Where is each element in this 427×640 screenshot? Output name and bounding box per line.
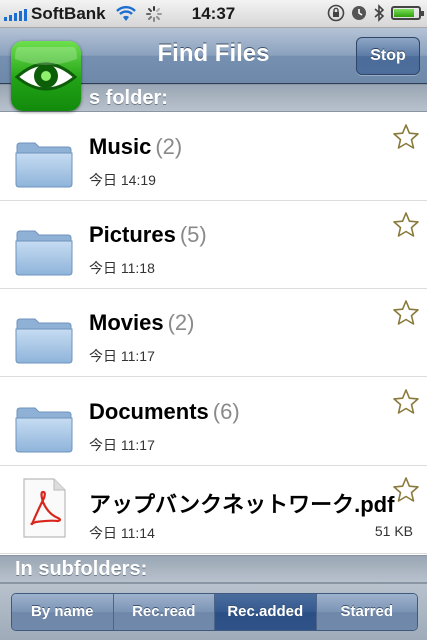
list-item[interactable]: Movies (2) 今日 11:17 <box>0 289 427 377</box>
item-count: (2) <box>167 310 195 335</box>
folder-icon <box>15 318 73 364</box>
star-icon[interactable] <box>392 123 420 151</box>
item-title: Documents <box>89 399 209 424</box>
orientation-lock-icon <box>327 4 345 22</box>
sort-tab[interactable]: Starred <box>316 594 417 630</box>
star-icon[interactable] <box>392 388 420 416</box>
star-icon[interactable] <box>392 211 420 239</box>
section-header-subfolders: In subfolders: <box>0 555 427 583</box>
item-date: 今日 11:17 <box>89 348 155 364</box>
item-name: Movies (2) <box>89 310 194 336</box>
item-title: アップバンクネットワーク.pdf <box>89 492 395 517</box>
bluetooth-icon <box>374 4 385 22</box>
folder-icon <box>15 142 73 188</box>
section-title: In subfolders: <box>15 558 148 580</box>
folder-icon <box>15 230 73 276</box>
item-title: Pictures <box>89 222 176 247</box>
sort-toolbar: By name Rec.read Rec.added Starred <box>0 583 427 640</box>
folder-icon <box>15 407 73 453</box>
pdf-file-icon <box>23 478 66 538</box>
alarm-clock-icon <box>352 6 366 20</box>
list-item[interactable]: Pictures (5) 今日 11:18 <box>0 201 427 289</box>
star-icon[interactable] <box>392 299 420 327</box>
item-date: 今日 11:14 <box>89 525 155 541</box>
sort-segmented-control: By name Rec.read Rec.added Starred <box>11 593 418 631</box>
item-date: 今日 14:19 <box>89 172 156 188</box>
item-count: (5) <box>179 222 207 247</box>
item-count: (6) <box>212 399 240 424</box>
stop-button[interactable]: Stop <box>356 37 420 75</box>
sort-tab[interactable]: Rec.read <box>113 594 215 630</box>
app-eye-logo-icon <box>11 41 81 111</box>
item-size: 51 KB <box>374 523 413 539</box>
sort-tab[interactable]: Rec.added <box>215 594 317 630</box>
sort-tab[interactable]: By name <box>12 594 114 630</box>
list-item[interactable]: アップバンクネットワーク.pdf 今日 11:14 51 KB <box>0 466 427 554</box>
list-item[interactable]: Music (2) 今日 14:19 <box>0 113 427 201</box>
item-name: Music (2) <box>89 134 182 160</box>
item-title: Movies <box>89 310 164 335</box>
item-date: 今日 11:18 <box>89 260 155 276</box>
list-item[interactable]: Documents (6) 今日 11:17 <box>0 378 427 466</box>
star-icon[interactable] <box>392 476 420 504</box>
item-name: Pictures (5) <box>89 222 207 248</box>
item-count: (2) <box>155 134 183 159</box>
item-date: 今日 11:17 <box>89 437 155 453</box>
item-title: Music <box>89 134 152 159</box>
status-bar: SoftBank 14:37 <box>0 0 427 28</box>
item-name: アップバンクネットワーク.pdf <box>89 487 394 519</box>
item-name: Documents (6) <box>89 399 240 425</box>
battery-icon <box>391 6 424 20</box>
